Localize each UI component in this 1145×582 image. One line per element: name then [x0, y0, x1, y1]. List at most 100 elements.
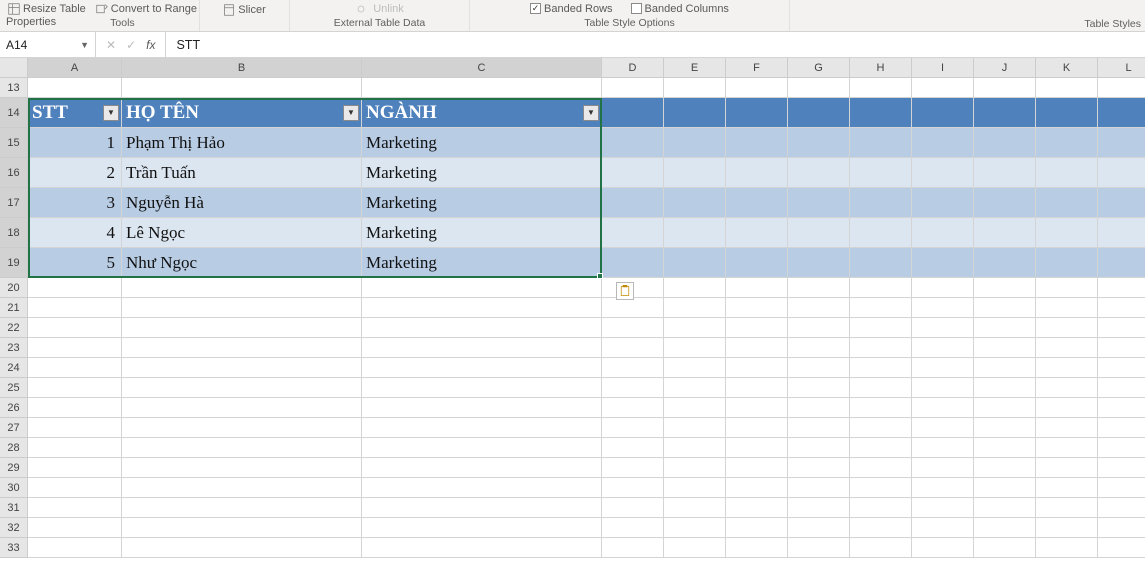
col-header-H[interactable]: H — [850, 58, 912, 78]
cell[interactable] — [1098, 298, 1145, 318]
row-header-20[interactable]: 20 — [0, 278, 28, 298]
cell[interactable] — [28, 338, 122, 358]
cell-stt[interactable]: 3 — [28, 188, 122, 218]
cell[interactable] — [602, 398, 664, 418]
cell[interactable] — [912, 538, 974, 558]
cell[interactable] — [788, 298, 850, 318]
cell[interactable] — [1098, 538, 1145, 558]
cell[interactable] — [726, 218, 788, 248]
cell[interactable] — [602, 478, 664, 498]
cell[interactable] — [1098, 378, 1145, 398]
cell[interactable] — [726, 338, 788, 358]
cell[interactable] — [362, 498, 602, 518]
cell[interactable] — [850, 498, 912, 518]
cell[interactable] — [664, 538, 726, 558]
cell[interactable] — [850, 298, 912, 318]
cell[interactable] — [28, 278, 122, 298]
cell[interactable] — [850, 438, 912, 458]
cell-stt[interactable]: 1 — [28, 128, 122, 158]
cell[interactable] — [912, 158, 974, 188]
cell[interactable] — [122, 378, 362, 398]
cell-stt[interactable]: 5 — [28, 248, 122, 278]
cell[interactable] — [788, 498, 850, 518]
cell[interactable] — [1098, 128, 1145, 158]
cell[interactable] — [362, 298, 602, 318]
cell[interactable] — [974, 218, 1036, 248]
cell[interactable] — [602, 418, 664, 438]
table-header-name[interactable]: HỌ TÊN▼ — [122, 98, 362, 128]
cell[interactable] — [28, 298, 122, 318]
cell[interactable] — [850, 418, 912, 438]
cell[interactable] — [1036, 248, 1098, 278]
cell[interactable] — [602, 538, 664, 558]
name-box-dropdown-icon[interactable]: ▼ — [80, 40, 89, 50]
cell[interactable] — [1098, 188, 1145, 218]
cell[interactable] — [122, 398, 362, 418]
cell[interactable] — [362, 338, 602, 358]
cell[interactable] — [974, 398, 1036, 418]
cell[interactable] — [28, 418, 122, 438]
cell[interactable] — [850, 378, 912, 398]
row-header-17[interactable]: 17 — [0, 188, 28, 218]
cell[interactable] — [912, 298, 974, 318]
cell[interactable] — [788, 478, 850, 498]
cell[interactable] — [1036, 358, 1098, 378]
cell[interactable] — [974, 248, 1036, 278]
row-header-25[interactable]: 25 — [0, 378, 28, 398]
cell[interactable] — [850, 278, 912, 298]
cell[interactable] — [1036, 298, 1098, 318]
table-header-stt[interactable]: STT▼ — [28, 98, 122, 128]
cell[interactable] — [912, 78, 974, 98]
cell[interactable] — [122, 518, 362, 538]
cell[interactable] — [362, 278, 602, 298]
cell[interactable] — [1036, 458, 1098, 478]
cell[interactable] — [974, 278, 1036, 298]
row-header-27[interactable]: 27 — [0, 418, 28, 438]
cell[interactable] — [726, 248, 788, 278]
cell[interactable] — [664, 188, 726, 218]
cell[interactable] — [912, 318, 974, 338]
cell[interactable] — [1036, 378, 1098, 398]
cell[interactable] — [850, 338, 912, 358]
cell[interactable] — [788, 248, 850, 278]
cell[interactable] — [974, 78, 1036, 98]
col-header-K[interactable]: K — [1036, 58, 1098, 78]
cell[interactable] — [122, 538, 362, 558]
cell[interactable] — [788, 338, 850, 358]
row-header-13[interactable]: 13 — [0, 78, 28, 98]
cell[interactable] — [974, 98, 1036, 128]
cell[interactable] — [122, 78, 362, 98]
cell[interactable] — [1098, 338, 1145, 358]
cell[interactable] — [602, 248, 664, 278]
cell[interactable] — [122, 318, 362, 338]
cell[interactable] — [788, 438, 850, 458]
cell[interactable] — [850, 318, 912, 338]
cell[interactable] — [362, 398, 602, 418]
cell[interactable] — [726, 188, 788, 218]
cell-major[interactable]: Marketing — [362, 158, 602, 188]
cell[interactable] — [1098, 248, 1145, 278]
col-header-G[interactable]: G — [788, 58, 850, 78]
accept-formula-icon[interactable]: ✓ — [126, 38, 136, 52]
cell[interactable] — [602, 518, 664, 538]
cell[interactable] — [122, 338, 362, 358]
cell[interactable] — [974, 298, 1036, 318]
cell[interactable] — [974, 478, 1036, 498]
col-header-J[interactable]: J — [974, 58, 1036, 78]
cell[interactable] — [1036, 418, 1098, 438]
cell[interactable] — [28, 438, 122, 458]
cell[interactable] — [122, 278, 362, 298]
cell[interactable] — [974, 158, 1036, 188]
cell[interactable] — [602, 298, 664, 318]
cell[interactable] — [664, 128, 726, 158]
cell[interactable] — [974, 538, 1036, 558]
cell[interactable] — [912, 358, 974, 378]
cell[interactable] — [1036, 498, 1098, 518]
cell[interactable] — [788, 128, 850, 158]
filter-button-stt[interactable]: ▼ — [103, 105, 119, 121]
cell-major[interactable]: Marketing — [362, 128, 602, 158]
cell[interactable] — [912, 478, 974, 498]
row-header-19[interactable]: 19 — [0, 248, 28, 278]
cell[interactable] — [788, 188, 850, 218]
resize-table-button[interactable]: Resize Table — [6, 3, 88, 15]
